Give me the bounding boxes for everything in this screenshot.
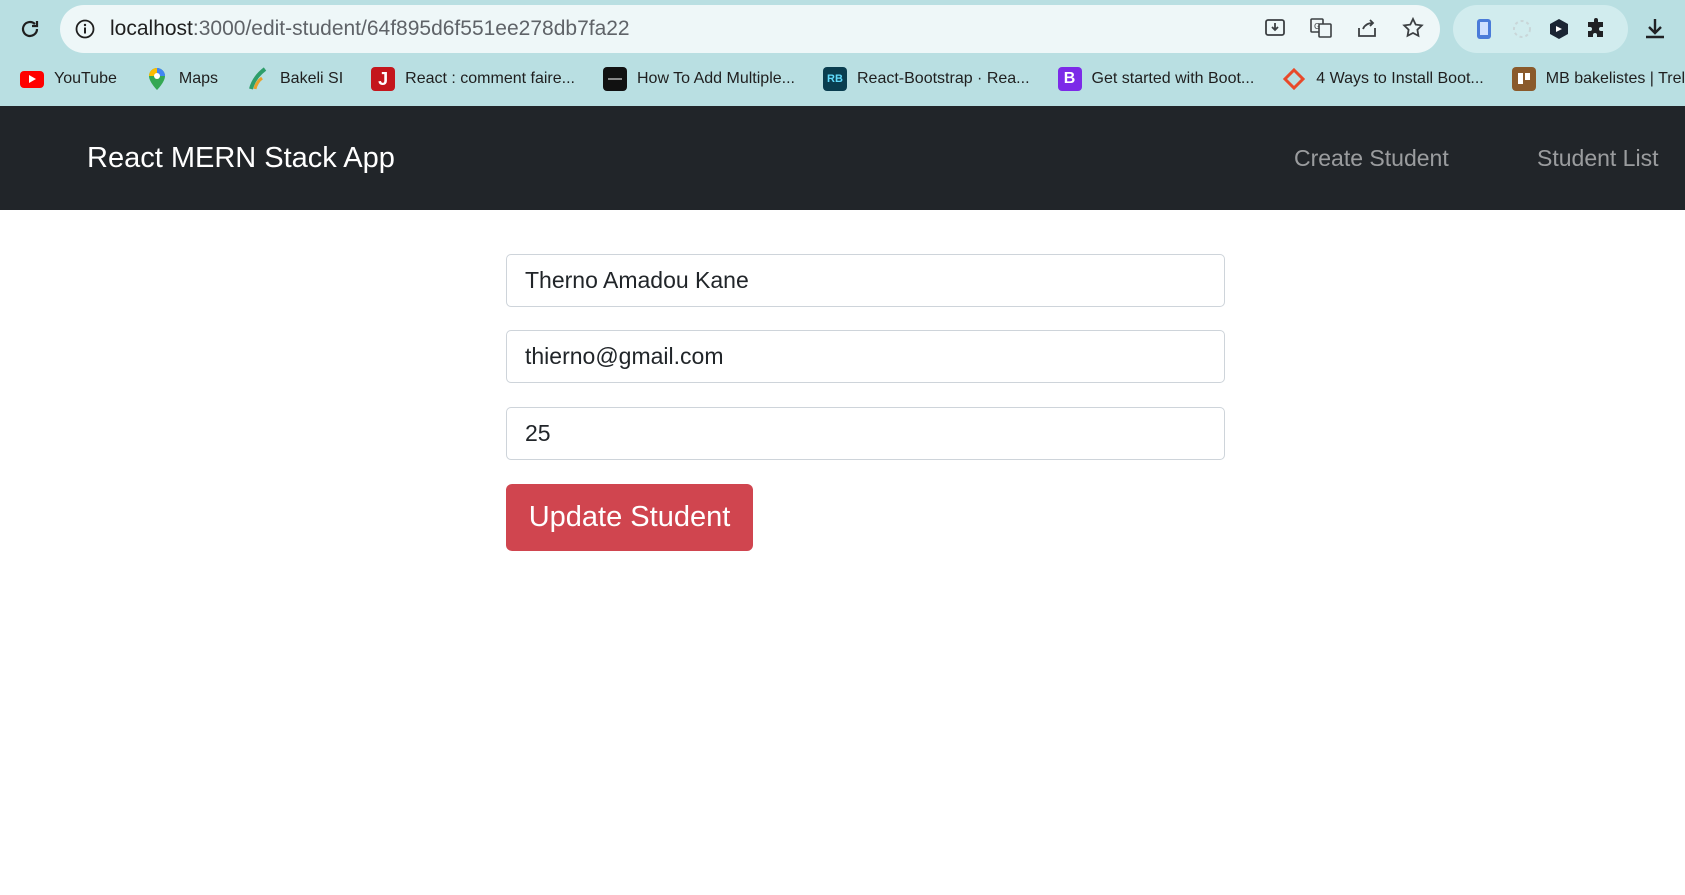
email-field[interactable] <box>506 330 1225 383</box>
url-path: :3000/edit-student/64f895d6f551ee278db7f… <box>192 17 630 40</box>
loading-extension-icon[interactable] <box>1509 16 1535 42</box>
url-host: localhost <box>110 17 193 40</box>
url-text[interactable]: localhost:3000/edit-student/64f895d6f551… <box>110 5 630 53</box>
browser-toolbar: localhost:3000/edit-student/64f895d6f551… <box>0 0 1685 106</box>
bookmark-label: Maps <box>178 70 218 87</box>
bookmark-star-icon[interactable] <box>1400 15 1426 41</box>
nav-link-student-list[interactable]: Student List <box>1537 106 1658 210</box>
bookmark-label: React-Bootstrap · Rea... <box>857 70 1030 87</box>
bookmark-label: MB bakelistes | Trello <box>1545 70 1685 87</box>
bookmarks-bar: YouTube Maps Bakeli SI J React : comment… <box>0 60 1685 98</box>
bookmark-maps[interactable]: Maps <box>145 67 218 91</box>
bookmark-label: Get started with Boot... <box>1091 70 1255 87</box>
bakeli-icon <box>246 67 270 91</box>
bookmark-label: YouTube <box>54 70 117 87</box>
bookmark-youtube[interactable]: YouTube <box>20 70 117 88</box>
bookmark-bootstrap-start[interactable]: B Get started with Boot... <box>1057 67 1255 91</box>
nav-link-create-student[interactable]: Create Student <box>1294 106 1449 210</box>
maps-icon <box>145 67 169 91</box>
bootstrap-icon: B <box>1057 67 1082 91</box>
name-field[interactable] <box>506 254 1225 307</box>
app-navbar: React MERN Stack App Create Student Stud… <box>0 106 1685 210</box>
bookmark-label: Bakeli SI <box>280 70 344 87</box>
bookmark-react-comment[interactable]: J React : comment faire... <box>371 67 575 91</box>
install-icon[interactable] <box>1262 15 1288 41</box>
translate-icon[interactable]: G <box>1308 15 1334 41</box>
extensions-group <box>1453 5 1628 53</box>
bookmark-react-bootstrap[interactable]: RB React-Bootstrap · Rea... <box>823 67 1030 91</box>
age-field[interactable] <box>506 407 1225 460</box>
react-bootstrap-icon: RB <box>823 67 847 91</box>
j-icon: J <box>371 67 396 91</box>
bookmark-label: React : comment faire... <box>405 70 575 87</box>
bookmark-trello[interactable]: MB bakelistes | Trello <box>1511 67 1685 91</box>
diamond-icon <box>1282 67 1306 91</box>
bookmark-label: How To Add Multiple... <box>636 70 795 87</box>
reload-icon[interactable] <box>14 13 46 45</box>
trello-icon <box>1511 67 1536 91</box>
puzzle-extensions-icon[interactable] <box>1584 16 1610 42</box>
share-icon[interactable] <box>1354 15 1380 41</box>
downloads-icon[interactable] <box>1640 14 1670 44</box>
navbar-brand[interactable]: React MERN Stack App <box>87 106 395 210</box>
hexagon-extension-icon[interactable] <box>1546 16 1572 42</box>
address-bar[interactable]: localhost:3000/edit-student/64f895d6f551… <box>60 5 1440 53</box>
update-student-button[interactable]: Update Student <box>506 484 753 551</box>
svg-text:G: G <box>1314 22 1320 31</box>
phone-extension-icon[interactable] <box>1471 16 1497 42</box>
bookmark-bakeli[interactable]: Bakeli SI <box>246 67 343 91</box>
site-icon <box>602 67 627 91</box>
bookmark-how-to-add[interactable]: How To Add Multiple... <box>602 67 795 91</box>
bookmark-install-bootstrap[interactable]: 4 Ways to Install Boot... <box>1282 67 1484 91</box>
youtube-icon <box>20 70 44 88</box>
site-info-icon[interactable] <box>74 18 96 40</box>
bookmark-label: 4 Ways to Install Boot... <box>1316 70 1484 87</box>
